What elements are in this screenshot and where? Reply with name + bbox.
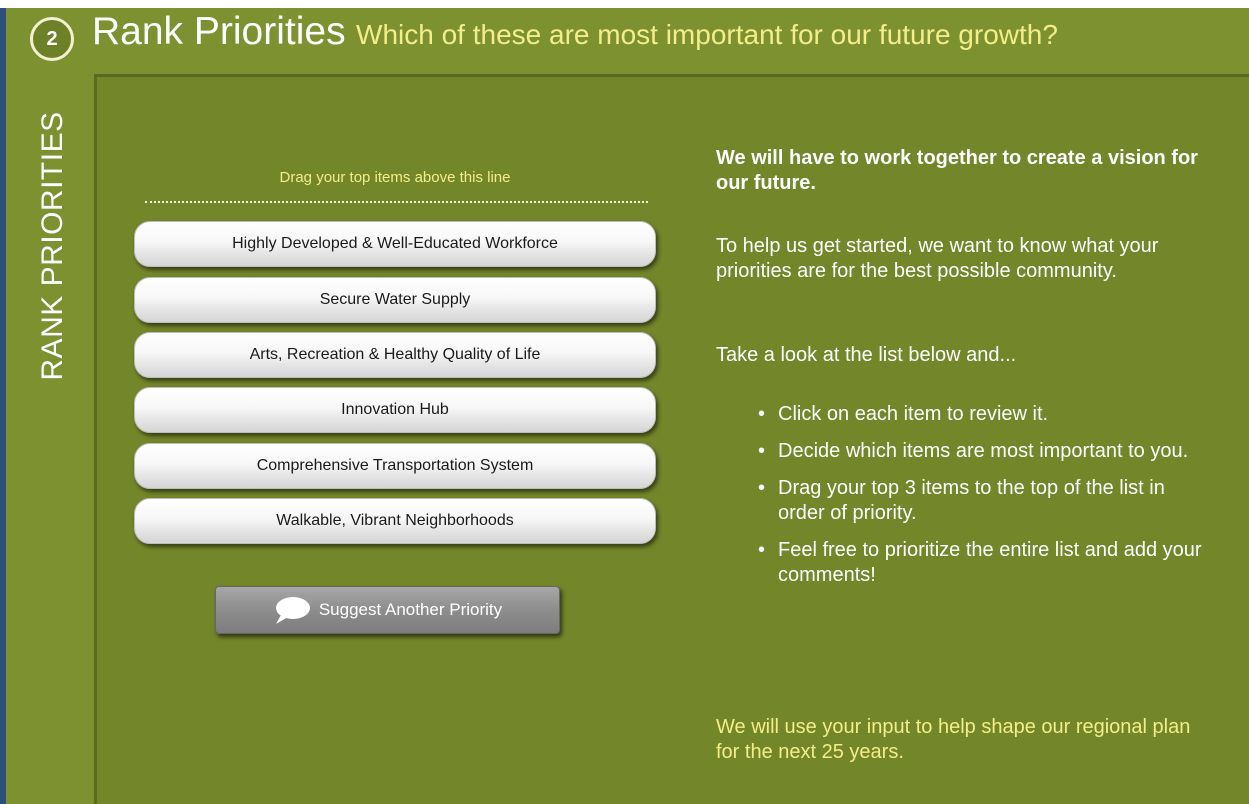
priority-item[interactable]: Comprehensive Transportation System [134,443,656,489]
instructions-prompt: Take a look at the list below and... [716,344,1017,366]
title-main: Rank Priorities [92,10,346,53]
list-item: • Click on each item to review it. [758,402,1213,427]
step-text: Decide which items are most important to… [778,440,1189,462]
priority-item[interactable]: Innovation Hub [134,387,656,433]
instructions-intro: To help us get started, we want to know … [716,235,1159,282]
list-item: • Decide which items are most important t… [758,439,1213,464]
instructions-steps: • Click on each item to review it. • Decid… [758,402,1213,600]
step-text: Drag your top 3 items to the top of the … [778,477,1165,524]
priority-item[interactable]: Walkable, Vibrant Neighborhoods [134,498,656,544]
suggest-priority-label: Suggest Another Priority [318,600,503,619]
priority-item[interactable]: Arts, Recreation & Healthy Quality of Li… [134,332,656,378]
drag-hint: Drag your top items above this line [279,169,511,186]
step-text: Feel free to prioritize the entire list … [778,539,1202,586]
list-item: • Drag your top 3 items to the top of the… [758,476,1213,526]
page-title: Rank Priorities Which of these are most … [92,10,1058,54]
priority-item[interactable]: Highly Developed & Well-Educated Workfor… [134,221,656,267]
bullet: • [758,477,766,499]
list-item: • Feel free to prioritize the entire list… [758,538,1213,588]
bullet: • [758,440,766,462]
suggest-priority-button[interactable]: Suggest Another Priority [215,586,560,634]
instructions-lead: We will have to work together to create … [716,147,1198,194]
side-label-text: RANK PRIORITIES [36,111,69,381]
step-number-badge: 2 [30,17,74,61]
bullet: • [758,403,766,425]
priority-item[interactable]: Secure Water Supply [134,277,656,323]
top-items-divider [145,201,648,203]
side-label: RANK PRIORITIES [28,86,78,406]
title-subtitle: Which of these are most important for ou… [356,19,1058,50]
bullet: • [758,539,766,561]
speech-bubble-icon [275,597,310,624]
instructions-closing: We will use your input to help shape our… [716,716,1191,763]
step-text: Click on each item to review it. [778,403,1049,425]
